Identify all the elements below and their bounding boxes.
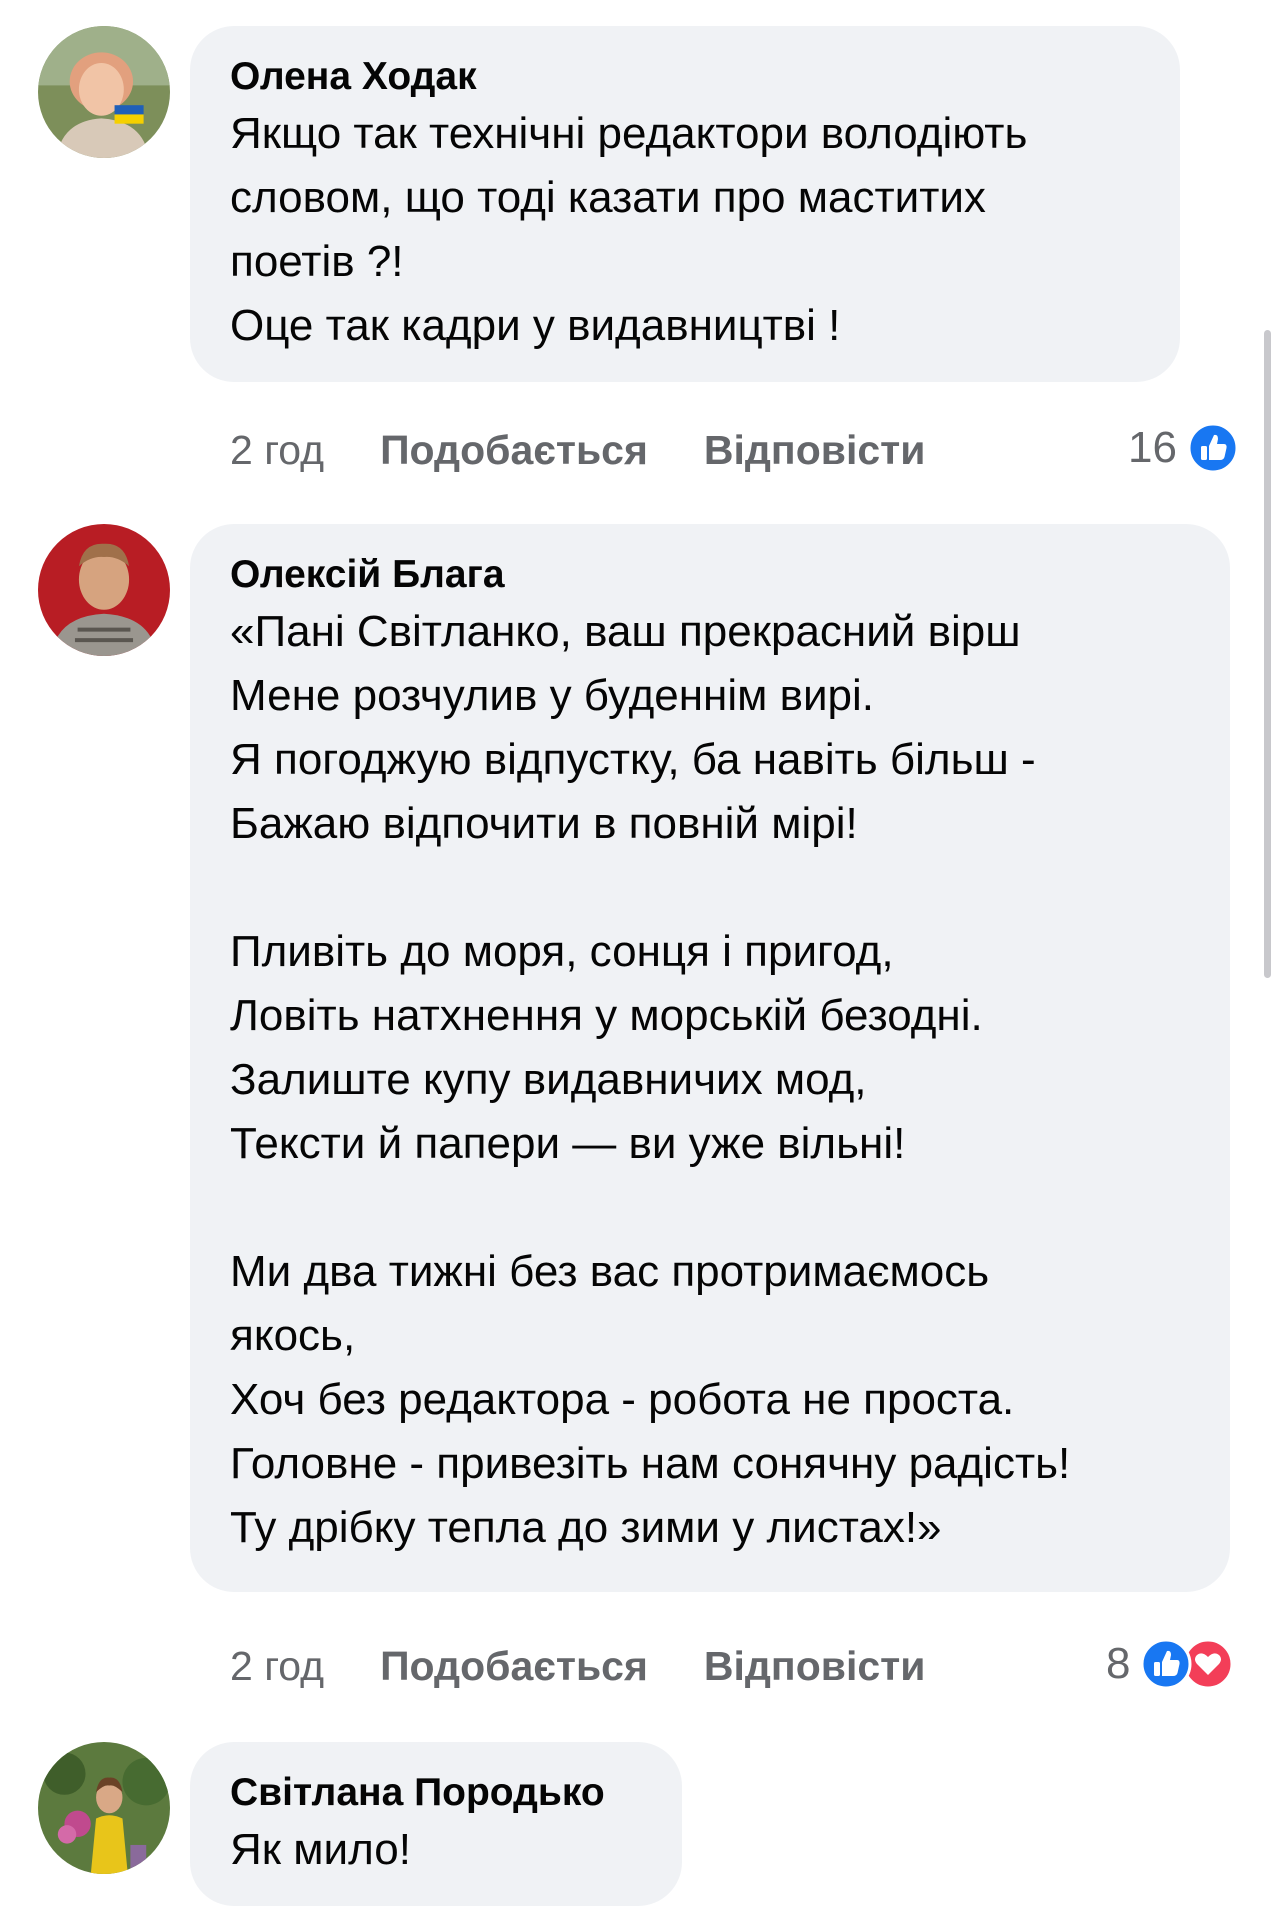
avatar-olena-khodak[interactable] xyxy=(38,26,170,158)
reply-button[interactable]: Відповісти xyxy=(704,427,926,474)
avatar-svitlana-porodko[interactable] xyxy=(38,1742,170,1874)
comment-text-line: якось, xyxy=(230,1311,356,1360)
comment-text-line: поетів ?! xyxy=(230,237,404,286)
comment-bubble: Олексій Блага «Пані Світланко, ваш прекр… xyxy=(190,524,1230,1592)
reaction-summary[interactable]: 8 xyxy=(1106,1634,1234,1694)
comment-text-line: Тексти й папери — ви уже вільні! xyxy=(230,1119,906,1168)
comment-author[interactable]: Світлана Породько xyxy=(230,1768,642,1818)
comment-text-line: Залиште купу видавничих мод, xyxy=(230,1055,867,1104)
comment-actions: 2 год Подобається Відповісти xyxy=(230,420,925,480)
comment-text-line: Оце так кадри у видавництві ! xyxy=(230,301,841,350)
comment-text-line: Бажаю відпочити в повній мірі! xyxy=(230,799,858,848)
comment-text-line: Ловіть натхнення у морській безодні. xyxy=(230,991,983,1040)
comment-text-line: Хоч без редактора - робота не проста. xyxy=(230,1375,1015,1424)
reaction-count: 16 xyxy=(1128,423,1177,472)
like-button[interactable]: Подобається xyxy=(380,427,648,474)
comment-text-line: Ту дрібку тепла до зими у листах!» xyxy=(230,1503,942,1552)
like-icon xyxy=(1140,1638,1192,1690)
comments-thread: Олена Ходак Якщо так технічні редактори … xyxy=(0,0,1280,1925)
like-button[interactable]: Подобається xyxy=(380,1643,648,1690)
comment-text-line: Пливіть до моря, сонця і пригод, xyxy=(230,927,894,976)
comment-timestamp[interactable]: 2 год xyxy=(230,1643,324,1690)
comment-bubble: Олена Ходак Якщо так технічні редактори … xyxy=(190,26,1180,382)
like-icon xyxy=(1187,422,1239,474)
comment-author[interactable]: Олена Ходак xyxy=(230,52,1140,102)
comment-actions: 2 год Подобається Відповісти xyxy=(230,1636,925,1696)
comment-timestamp[interactable]: 2 год xyxy=(230,427,324,474)
comment-bubble: Світлана Породько Як мило! xyxy=(190,1742,682,1906)
comment-author[interactable]: Олексій Блага xyxy=(230,550,1190,600)
comment-text-line: Головне - привезіть нам сонячну радість! xyxy=(230,1439,1071,1488)
comment-text-line: Я погоджую відпустку, ба навіть більш - xyxy=(230,735,1036,784)
comment-text-line: Якщо так технічні редактори володіють xyxy=(230,109,1028,158)
comment-text-line: «Пані Світланко, ваш прекрасний вірш xyxy=(230,607,1021,656)
scrollbar-thumb[interactable] xyxy=(1264,330,1271,978)
reaction-summary[interactable]: 16 xyxy=(1128,418,1239,478)
avatar-oleksii-blaha[interactable] xyxy=(38,524,170,656)
comment-text-line: Як мило! xyxy=(230,1825,411,1874)
comment-text-line: словом, що тоді казати про маститих xyxy=(230,173,986,222)
reply-button[interactable]: Відповісти xyxy=(704,1643,926,1690)
comment-text-line: Ми два тижні без вас протримаємось xyxy=(230,1247,990,1296)
comment-text-line: Мене розчулив у буденнім вирі. xyxy=(230,671,874,720)
reaction-count: 8 xyxy=(1106,1639,1131,1688)
